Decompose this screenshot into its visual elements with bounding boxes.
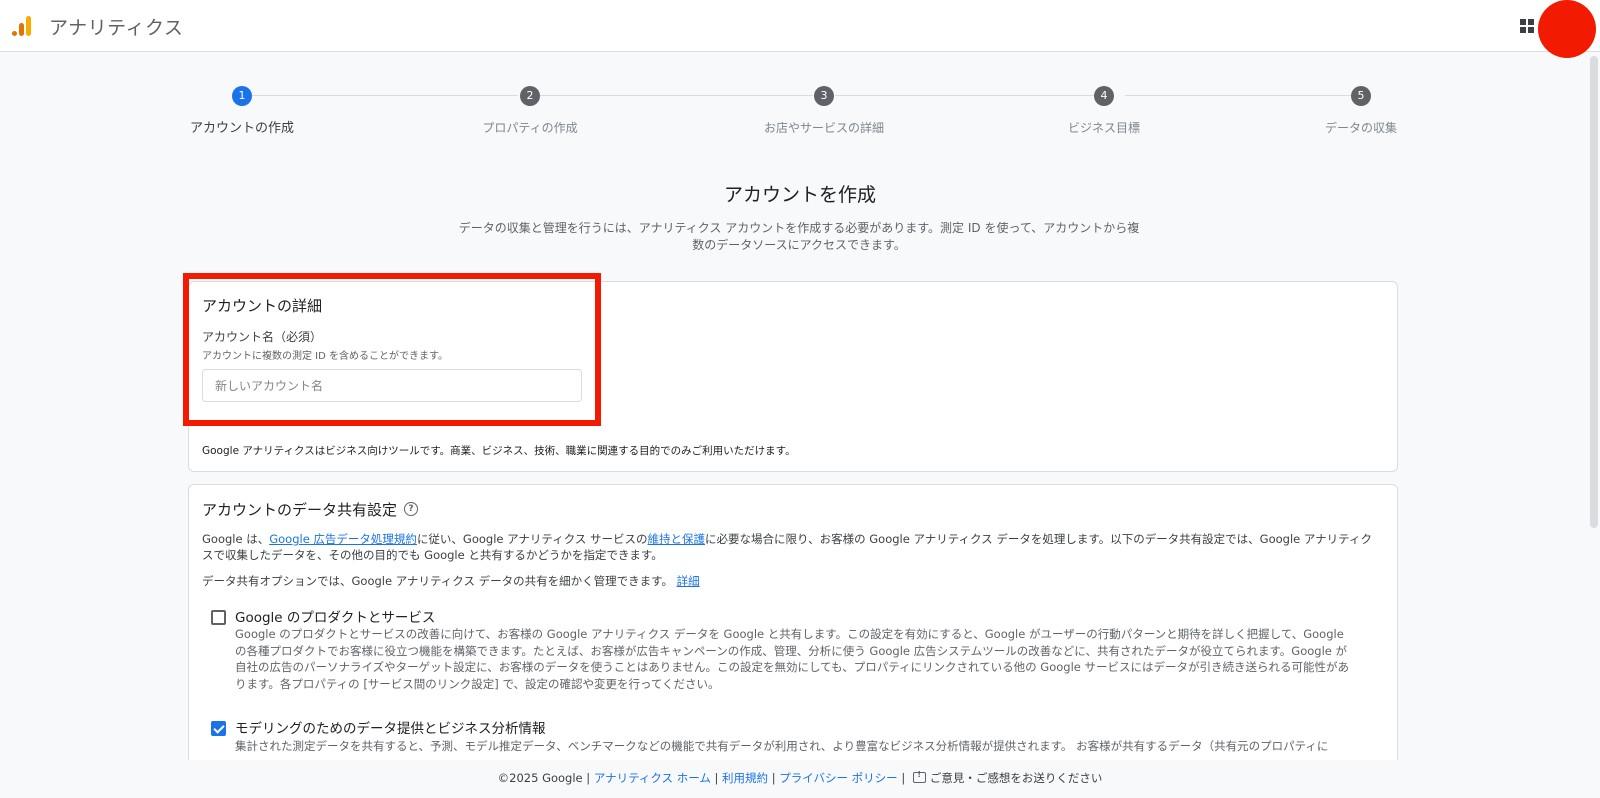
modeling-insights-checkbox[interactable] — [211, 721, 226, 736]
footer-separator: | — [714, 771, 719, 785]
business-use-note: Google アナリティクスはビジネス向けツールです。商業、ビジネス、技術、職業… — [202, 445, 796, 457]
feedback-label: ご意見・ご感想をお送りください — [929, 771, 1103, 785]
step-1-circle: 1 — [232, 86, 252, 106]
highlight-box — [183, 273, 601, 426]
ads-data-terms-link[interactable]: Google 広告データ処理規約 — [269, 532, 417, 546]
step-connector — [252, 95, 518, 96]
page-description: データの収集と管理を行うには、アナリティクス アカウントを作成する必要があります… — [458, 221, 1140, 252]
data-sharing-intro: Google は、Google 広告データ処理規約に従い、Google アナリテ… — [202, 531, 1382, 563]
step-3-circle: 3 — [814, 86, 834, 106]
setup-stepper: 1 アカウントの作成 2 プロパティの作成 3 お店やサービスの詳細 4 ビジネ… — [0, 0, 1600, 150]
step-4-label: ビジネス目標 — [1067, 121, 1141, 135]
privacy-policy-link[interactable]: プライバシー ポリシー — [779, 771, 897, 785]
data-sharing-title: アカウントのデータ共有設定 — [202, 501, 398, 519]
help-icon[interactable]: ? — [404, 502, 418, 516]
copyright: ©2025 Google — [497, 771, 583, 785]
products-services-description: Google のプロダクトとサービスの改善に向けて、お客様の Google アナ… — [235, 627, 1350, 691]
step-3-label: お店やサービスの詳細 — [763, 121, 885, 135]
step-5-circle: 5 — [1351, 86, 1371, 106]
products-services-checkbox[interactable] — [211, 610, 226, 625]
step-connector — [835, 95, 1103, 96]
options-note-text: データ共有オプションでは、Google アナリティクス データの共有を細かく管理… — [202, 574, 673, 588]
step-2-label: プロパティの作成 — [482, 121, 578, 135]
details-link[interactable]: 詳細 — [677, 574, 700, 588]
safeguard-link[interactable]: 維持と保護 — [648, 532, 706, 546]
modeling-insights-title: モデリングのためのデータ提供とビジネス分析情報 — [235, 721, 546, 737]
footer: ©2025 Google | アナリティクス ホーム | 利用規約 | プライバ… — [0, 760, 1600, 798]
step-5-label: データの収集 — [1324, 121, 1398, 135]
analytics-home-link[interactable]: アナリティクス ホーム — [594, 771, 711, 785]
modeling-insights-description: 集計された測定データを共有すると、予測、モデル推定データ、ベンチマークなどの機能… — [235, 739, 1329, 753]
step-1-label: アカウントの作成 — [189, 121, 295, 136]
footer-separator: | — [586, 771, 591, 785]
step-connector — [540, 95, 813, 96]
step-connector — [1125, 95, 1353, 96]
footer-separator: | — [901, 771, 906, 785]
page-title: アカウントを作成 — [723, 184, 876, 206]
intro-text: Google は、 — [202, 532, 270, 546]
feedback-button[interactable]: ご意見・ご感想をお送りください — [909, 770, 1103, 785]
step-2-circle: 2 — [520, 86, 540, 106]
feedback-icon — [912, 770, 926, 783]
data-sharing-options-note: データ共有オプションでは、Google アナリティクス データの共有を細かく管理… — [202, 573, 1382, 589]
products-services-title: Google のプロダクトとサービス — [235, 610, 436, 626]
terms-link[interactable]: 利用規約 — [722, 771, 768, 785]
footer-separator: | — [771, 771, 776, 785]
intro-text: に従い、Google アナリティクス サービスの — [416, 532, 648, 546]
step-4-circle: 4 — [1094, 86, 1114, 106]
